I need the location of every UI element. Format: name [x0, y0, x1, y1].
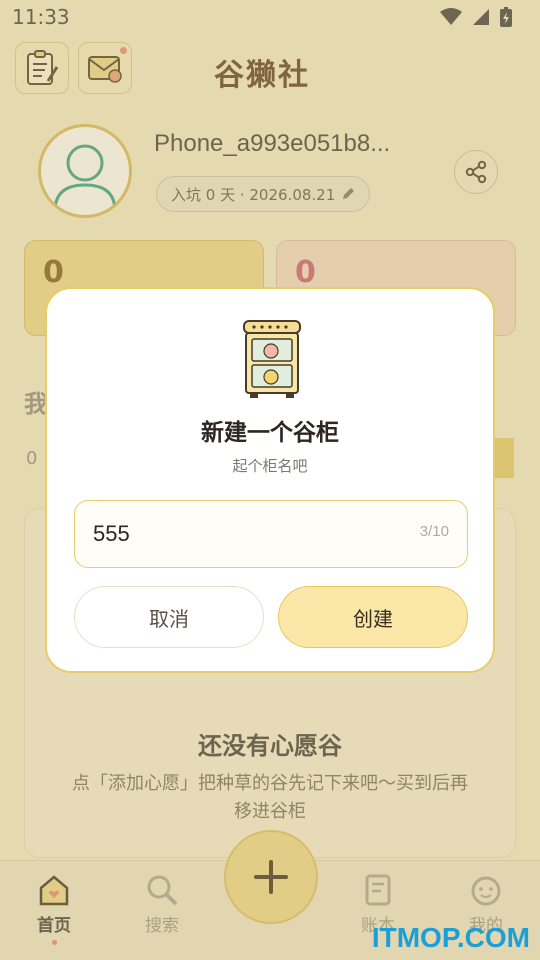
cabinet-icon	[243, 320, 301, 398]
cancel-button[interactable]: 取消	[74, 586, 264, 648]
new-cabinet-dialog: 新建一个谷柜 起个柜名吧 3/10 取消 创建	[45, 287, 495, 673]
dialog-title: 新建一个谷柜	[201, 420, 339, 446]
cabinet-name-field: 3/10	[74, 500, 468, 568]
dialog-subtitle: 起个柜名吧	[232, 457, 308, 475]
create-button[interactable]: 创建	[278, 586, 468, 648]
watermark-logo: ITMOP.COM	[371, 922, 530, 953]
char-counter: 3/10	[419, 523, 449, 540]
cabinet-name-input[interactable]	[93, 501, 393, 567]
